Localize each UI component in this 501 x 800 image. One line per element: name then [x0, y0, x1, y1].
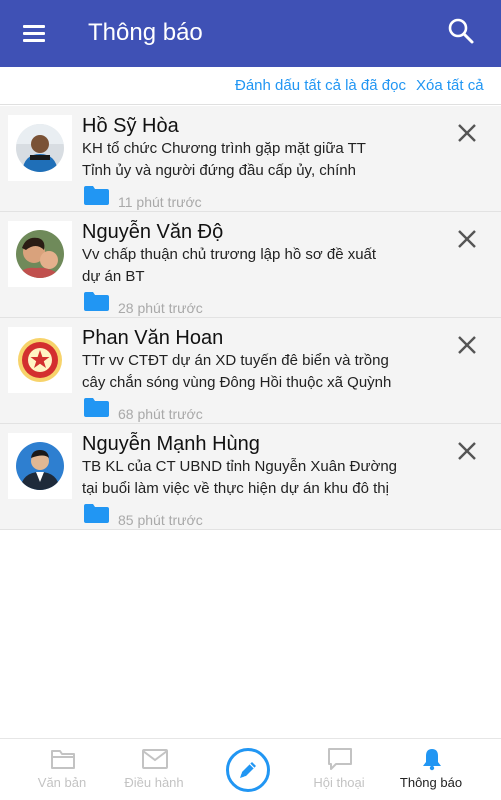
notification-time: 11 phút trước: [118, 194, 202, 210]
notification-list: Hồ Sỹ Hòa KH tổ chức Chương trình gặp mặ…: [0, 106, 501, 530]
notification-summary: Vv chấp thuận chủ trương lập hồ sơ đề xu…: [82, 246, 377, 285]
tab-chat[interactable]: Hội thoại: [289, 739, 389, 800]
bottom-nav: Văn bản Điều hành Hội thoại Thông báo: [0, 738, 501, 800]
notification-time: 28 phút trước: [118, 300, 203, 316]
close-icon[interactable]: [454, 226, 480, 252]
tab-label: Điều hành: [124, 775, 184, 790]
notification-summary: TB KL của CT UBND tỉnh Nguyễn Xuân Đường…: [82, 458, 398, 497]
notification-summary: TTr vv CTĐT dự án XD tuyến đê biển và tr…: [82, 352, 392, 391]
notification-time: 68 phút trước: [118, 406, 203, 422]
notification-item[interactable]: Phan Văn Hoan TTr vv CTĐT dự án XD tuyến…: [0, 318, 501, 424]
tab-notifications[interactable]: Thông báo: [381, 739, 481, 800]
sender-photo: [16, 336, 64, 384]
avatar: [8, 221, 72, 287]
sender-photo: [16, 230, 64, 278]
tab-label: Văn bản: [37, 775, 87, 790]
page-title: Thông báo: [88, 19, 203, 46]
app-header: Thông báo: [0, 0, 501, 67]
notification-time: 85 phút trước: [118, 512, 203, 528]
pencil-icon: [240, 762, 256, 778]
compose-button[interactable]: [226, 748, 270, 792]
folder-icon: [84, 292, 109, 311]
avatar: [8, 433, 72, 499]
mark-all-read-link[interactable]: Đánh dấu tất cả là đã đọc: [235, 77, 406, 95]
folder-icon: [84, 504, 109, 523]
chat-bubble-icon: [328, 748, 352, 770]
tab-management[interactable]: Điều hành: [104, 739, 204, 800]
clear-all-link[interactable]: Xóa tất cả: [416, 77, 484, 95]
close-icon[interactable]: [454, 438, 480, 464]
mail-icon: [142, 749, 168, 769]
avatar: [8, 327, 72, 393]
sender-name: Hồ Sỹ Hòa: [82, 115, 179, 137]
notification-item[interactable]: Nguyễn Mạnh Hùng TB KL của CT UBND tỉnh …: [0, 424, 501, 530]
menu-icon[interactable]: [14, 20, 54, 48]
avatar: [8, 115, 72, 181]
folder-icon: [84, 398, 109, 417]
sender-name: Nguyễn Mạnh Hùng: [82, 433, 260, 455]
tab-documents[interactable]: Văn bản: [12, 739, 112, 800]
sender-name: Nguyễn Văn Độ: [82, 221, 224, 243]
folder-outline-icon: [51, 750, 75, 769]
notification-item[interactable]: Hồ Sỹ Hòa KH tổ chức Chương trình gặp mặ…: [0, 106, 501, 212]
tab-label: Thông báo: [399, 775, 463, 790]
close-icon[interactable]: [454, 120, 480, 146]
sender-photo: [16, 124, 64, 172]
app-screen: Thông báo Đánh dấu tất cả là đã đọc Xóa …: [0, 0, 501, 800]
notification-item[interactable]: Nguyễn Văn Độ Vv chấp thuận chủ trương l…: [0, 212, 501, 318]
sender-name: Phan Văn Hoan: [82, 327, 224, 349]
sender-photo: [16, 442, 64, 490]
tab-label: Hội thoại: [313, 775, 365, 790]
notification-summary: KH tổ chức Chương trình gặp mặt giữa TT …: [82, 140, 366, 179]
search-icon[interactable]: [444, 14, 478, 48]
folder-icon: [84, 186, 109, 205]
bell-icon: [423, 749, 441, 771]
notification-actions-bar: Đánh dấu tất cả là đã đọc Xóa tất cả: [0, 67, 501, 105]
close-icon[interactable]: [454, 332, 480, 358]
